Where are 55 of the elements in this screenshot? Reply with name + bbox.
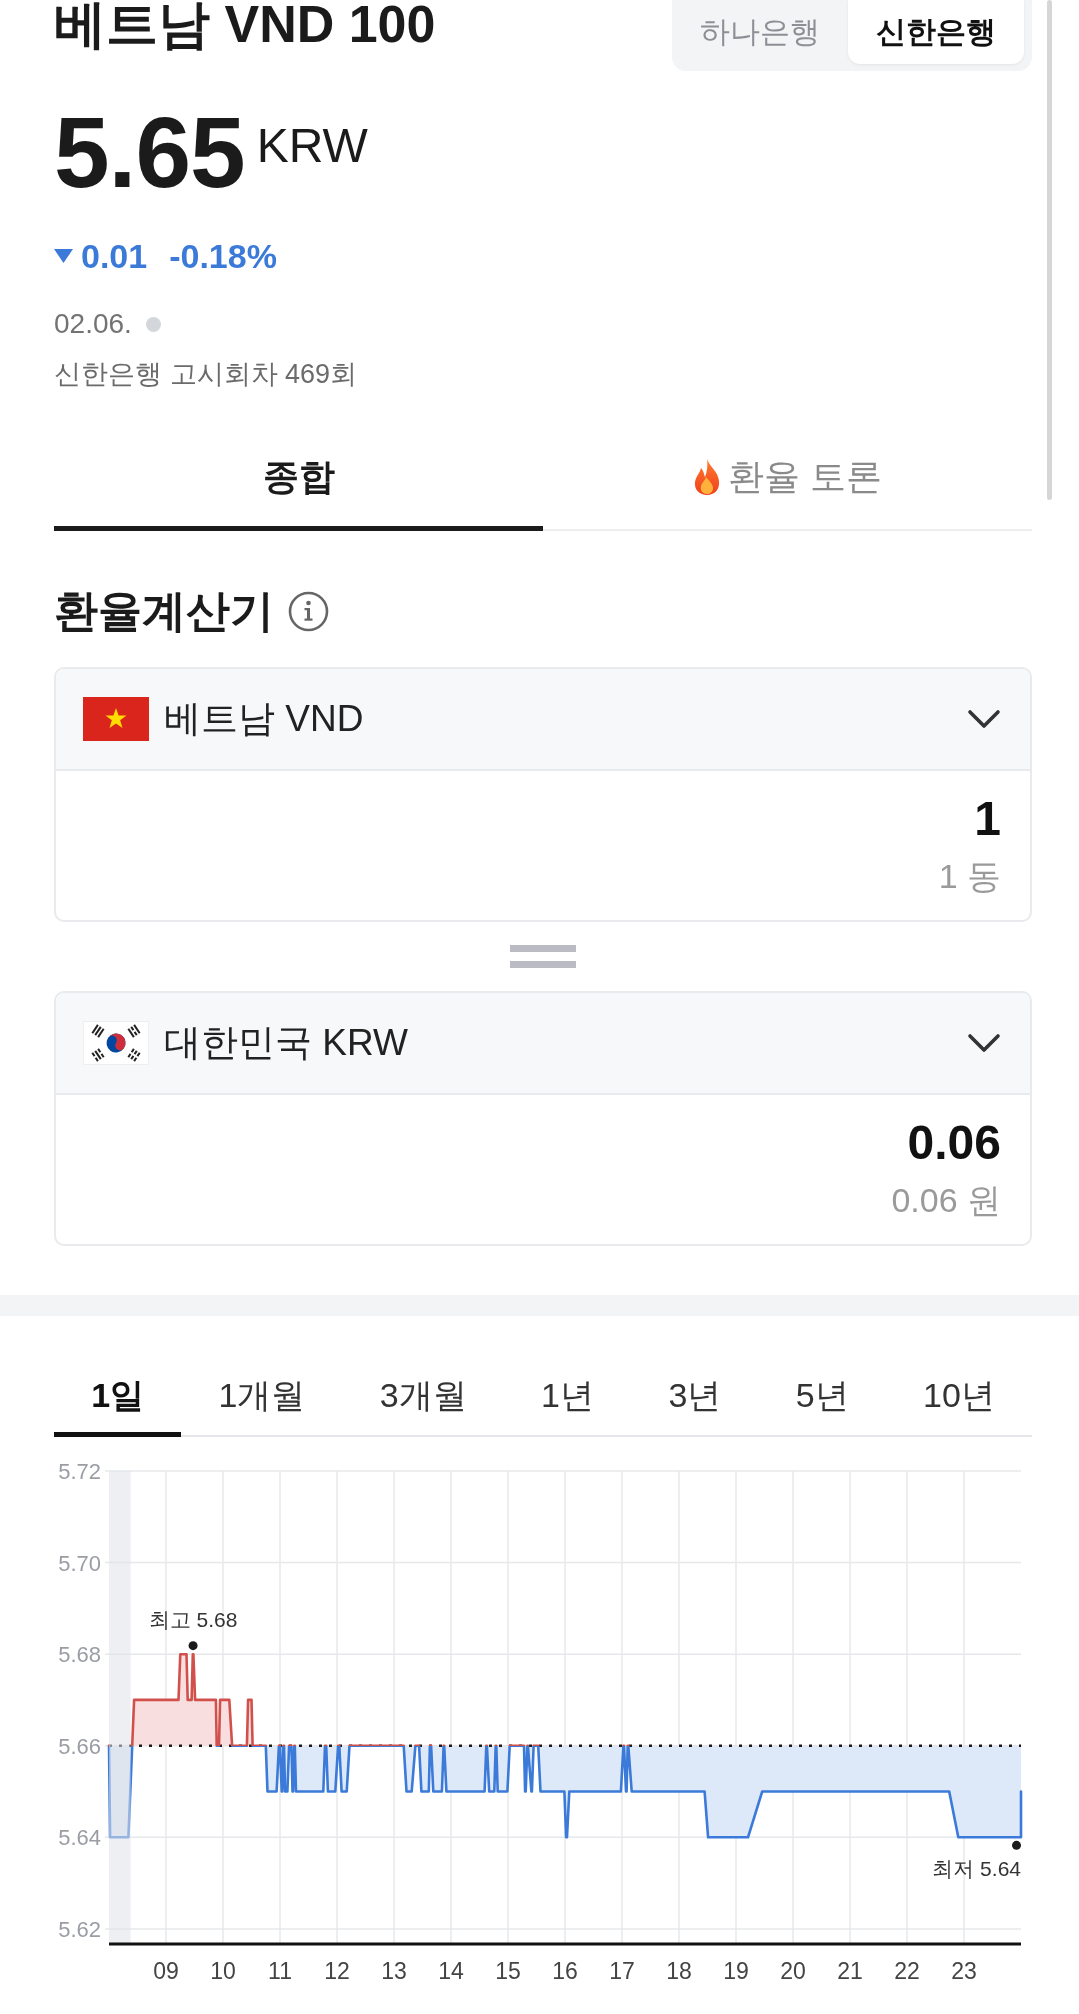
- low-marker-icon: [1012, 1840, 1021, 1850]
- change-percent: -0.18%: [169, 236, 277, 276]
- equals-icon: [510, 945, 576, 968]
- y-axis-label: 5.66: [58, 1733, 101, 1759]
- x-axis-label: 16: [552, 1958, 578, 1984]
- period-tab[interactable]: 10년: [885, 1374, 1032, 1437]
- currency-unit: KRW: [256, 122, 368, 170]
- x-axis-label: 11: [268, 1958, 292, 1984]
- x-axis-label: 19: [723, 1958, 749, 1984]
- high-label: 최고 5.68: [148, 1608, 238, 1632]
- x-axis-label: 17: [609, 1958, 635, 1984]
- x-axis-label: 20: [780, 1958, 806, 1984]
- bank-tab[interactable]: 신한은행: [848, 0, 1024, 64]
- x-axis-label: 18: [666, 1958, 692, 1984]
- x-axis-label: 23: [951, 1958, 977, 1984]
- y-axis-label: 5.70: [58, 1550, 101, 1576]
- amount-in-words: 1 동: [937, 856, 1001, 897]
- low-label: 최저 5.64: [932, 1857, 1021, 1881]
- y-axis-label: 5.68: [58, 1642, 101, 1668]
- status-dot-icon: [145, 316, 161, 332]
- period-tab[interactable]: 1개월: [181, 1374, 343, 1437]
- x-axis-label: 15: [495, 1958, 521, 1984]
- period-tab[interactable]: 3년: [631, 1374, 759, 1437]
- x-axis-label: 14: [438, 1958, 464, 1984]
- x-axis-label: 13: [381, 1958, 407, 1984]
- x-axis-label: 09: [153, 1958, 179, 1984]
- amount-in-words: 0.06 원: [890, 1180, 1001, 1221]
- chevron-down-icon: [967, 709, 1001, 729]
- period-tab[interactable]: 3개월: [342, 1374, 504, 1437]
- vietnam-flag-icon: [83, 697, 149, 741]
- date-text: 02.06.: [54, 307, 132, 341]
- x-axis-label: 10: [210, 1958, 236, 1984]
- korea-flag-icon: [83, 1021, 149, 1065]
- x-axis-label: 21: [837, 1958, 863, 1984]
- period-tab[interactable]: 1년: [503, 1374, 632, 1437]
- high-marker-icon: [188, 1641, 198, 1651]
- x-axis-label: 22: [894, 1958, 920, 1984]
- period-tab[interactable]: 5년: [758, 1374, 886, 1437]
- change-amount: 0.01: [81, 236, 148, 276]
- calculator-title: 환율계산기: [54, 585, 274, 637]
- currency-select[interactable]: 대한민국 KRW: [56, 993, 1030, 1095]
- chevron-down-icon: [967, 1033, 1001, 1053]
- scrollbar-thumb[interactable]: [1047, 0, 1052, 500]
- currency-select[interactable]: 베트남 VND: [56, 669, 1030, 771]
- content-tab[interactable]: 종합: [54, 455, 543, 531]
- notice-text: 신한은행 고시회차 469회: [54, 358, 359, 391]
- y-axis-label: 5.64: [58, 1825, 101, 1851]
- amount-input[interactable]: 1: [85, 793, 1001, 845]
- info-icon[interactable]: [288, 590, 329, 632]
- y-axis-label: 5.72: [58, 1459, 101, 1484]
- period-tab[interactable]: 1일: [54, 1374, 182, 1437]
- y-axis-label: 5.62: [58, 1916, 101, 1942]
- exchange-rate: 5.65: [54, 102, 245, 202]
- x-axis-label: 12: [324, 1958, 350, 1984]
- amount-input[interactable]: 0.06: [85, 1117, 1001, 1169]
